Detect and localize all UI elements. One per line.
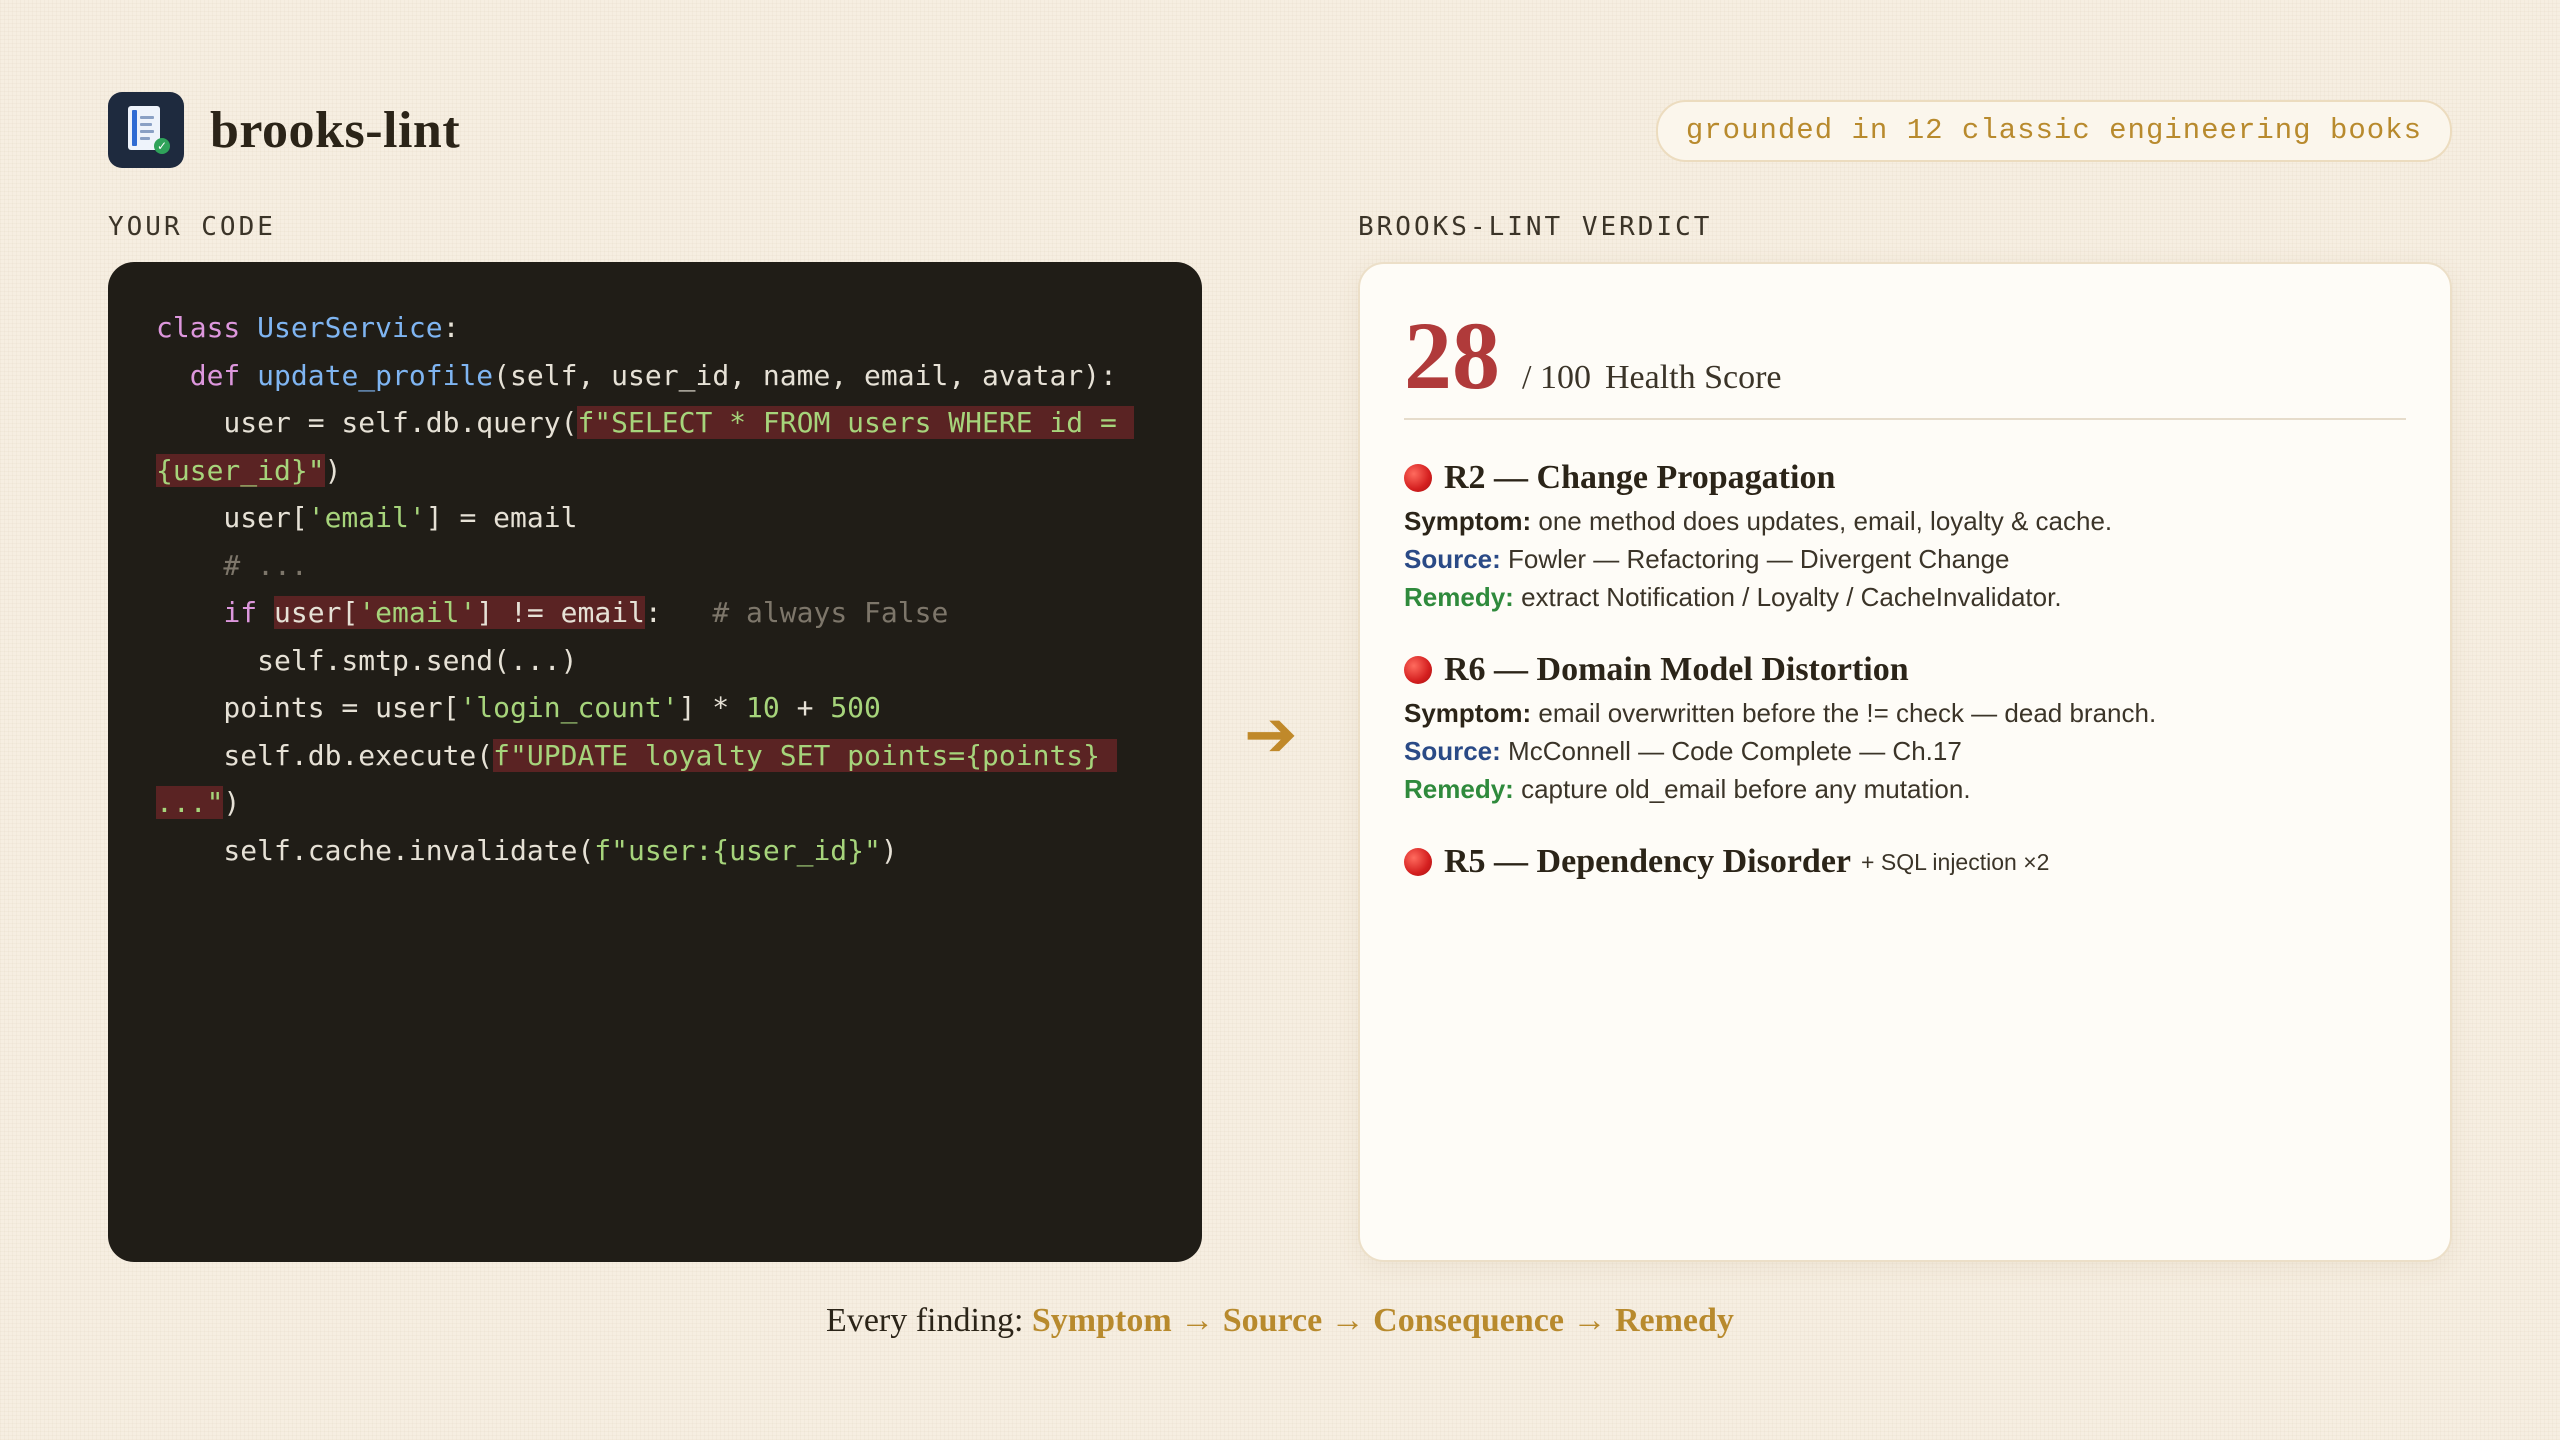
app-title: brooks-lint xyxy=(210,101,461,159)
books-badge: grounded in 12 classic engineering books xyxy=(1655,100,2452,162)
code-line[interactable]: user = self.db.query(f"SELECT * FROM use… xyxy=(156,399,1154,447)
code-token: # ... xyxy=(156,548,308,582)
symptom-label: Symptom: xyxy=(1404,506,1532,536)
source-text: McConnell — Code Complete — Ch.17 xyxy=(1508,736,1962,766)
footer-step-remedy: Remedy xyxy=(1614,1302,1734,1339)
symptom-text: email overwritten before the != check — … xyxy=(1538,698,2157,728)
footer-separator: → xyxy=(1572,1302,1607,1339)
red-circle-icon xyxy=(1404,464,1432,492)
code-token: ] != email xyxy=(476,596,645,629)
score-value: 28 xyxy=(1404,302,1500,409)
code-line[interactable]: class UserService: xyxy=(156,304,1154,352)
app-header: ✓ brooks-lint xyxy=(108,92,460,168)
red-circle-icon xyxy=(1404,656,1432,684)
source-label: Source: xyxy=(1404,736,1501,766)
code-token: : xyxy=(442,311,460,344)
source-label: Source: xyxy=(1404,544,1501,574)
finding-extra: + SQL injection ×2 xyxy=(1861,848,2050,875)
code-token: self.cache.invalidate( xyxy=(156,833,595,867)
finding-r2: R2 — Change Propagation Symptom: one met… xyxy=(1404,454,2406,616)
code-token: 10 xyxy=(746,691,780,724)
footer-step-consequence: Consequence xyxy=(1373,1302,1564,1339)
code-line[interactable]: ...") xyxy=(156,779,1154,827)
code-line[interactable]: def update_profile(self, user_id, name, … xyxy=(156,352,1154,400)
code-line[interactable]: self.cache.invalidate(f"user:{user_id}") xyxy=(156,827,1154,875)
remedy-label: Remedy: xyxy=(1404,582,1514,612)
code-token: f"UPDATE loyalty SET points={points} xyxy=(493,738,1117,772)
code-token: self.db.execute( xyxy=(156,738,494,772)
code-line[interactable]: points = user['login_count'] * 10 + 500 xyxy=(156,684,1154,732)
finding-r5: R5 — Dependency Disorder + SQL injection… xyxy=(1404,838,2406,886)
code-line[interactable]: self.db.execute(f"UPDATE loyalty SET poi… xyxy=(156,732,1154,780)
code-token: ] = email xyxy=(425,501,578,534)
code-token: ) xyxy=(880,833,898,867)
footer-separator: → xyxy=(1180,1302,1215,1339)
code-token: 500 xyxy=(830,691,881,724)
code-token: user = self.db.query( xyxy=(156,406,578,439)
code-token: : xyxy=(644,596,713,629)
code-token: ..." xyxy=(156,786,224,819)
code-token: f"SELECT * FROM users WHERE id = xyxy=(577,406,1134,439)
finding-title: R5 — Dependency Disorder xyxy=(1444,843,1852,880)
remedy-label: Remedy: xyxy=(1404,774,1514,804)
source-text: Fowler — Refactoring — Divergent Change xyxy=(1508,544,2010,574)
code-token: if xyxy=(223,596,275,629)
finding-title: R6 — Domain Model Distortion xyxy=(1444,651,1909,688)
code-token: {user_id}" xyxy=(156,453,325,487)
symptom-text: one method does updates, email, loyalty … xyxy=(1538,506,2113,536)
score-out-of: / 100 xyxy=(1522,359,1591,396)
footer-step-symptom: Symptom xyxy=(1031,1302,1172,1339)
code-token: (self, user_id, name, email, avatar): xyxy=(493,358,1117,392)
code-token: ) xyxy=(324,453,342,487)
red-circle-icon xyxy=(1404,848,1432,876)
finding-r6: R6 — Domain Model Distortion Symptom: em… xyxy=(1404,646,2406,808)
footer-lead: Every finding: xyxy=(826,1302,1024,1339)
book-check-icon: ✓ xyxy=(108,92,184,168)
code-token: self.smtp.send(...) xyxy=(156,643,578,677)
health-score: 28 / 100 Health Score xyxy=(1404,308,2406,420)
code-token: ) xyxy=(223,786,241,819)
code-line[interactable]: self.smtp.send(...) xyxy=(156,637,1154,685)
code-token: # always False xyxy=(712,596,949,629)
footer-separator: → xyxy=(1330,1302,1365,1339)
code-token: class xyxy=(156,311,258,344)
code-token: user[ xyxy=(156,501,308,534)
footer-step-source: Source xyxy=(1222,1302,1323,1339)
remedy-text: extract Notification / Loyalty / CacheIn… xyxy=(1521,582,2062,612)
code-editor[interactable]: class UserService: def update_profile(se… xyxy=(108,262,1202,1262)
code-token: 'email' xyxy=(307,501,426,534)
code-token: ] * xyxy=(678,691,747,724)
code-token: 'login_count' xyxy=(459,691,679,724)
code-token: 'email' xyxy=(358,596,477,629)
code-line[interactable]: user['email'] = email xyxy=(156,494,1154,542)
code-token: UserService xyxy=(257,311,443,344)
footer-tagline: Every finding: Symptom → Source → Conseq… xyxy=(0,1302,2560,1340)
code-line[interactable]: {user_id}") xyxy=(156,447,1154,495)
verdict-card: 28 / 100 Health Score R2 — Change Propag… xyxy=(1358,262,2452,1262)
verdict-section-label: BROOKS-LINT VERDICT xyxy=(1358,212,1713,242)
code-line[interactable]: if user['email'] != email: # always Fals… xyxy=(156,589,1154,637)
code-token: update_profile xyxy=(257,358,494,392)
symptom-label: Symptom: xyxy=(1404,698,1532,728)
score-label: Health Score xyxy=(1604,359,1782,396)
code-token: user[ xyxy=(274,596,359,629)
remedy-text: capture old_email before any mutation. xyxy=(1521,774,1971,804)
code-token: + xyxy=(779,691,831,724)
code-token: f"user:{user_id}" xyxy=(594,833,881,867)
finding-title: R2 — Change Propagation xyxy=(1444,459,1836,496)
code-section-label: YOUR CODE xyxy=(108,212,276,242)
code-token: def xyxy=(189,358,258,392)
code-token: points = user[ xyxy=(156,691,460,724)
code-line[interactable]: # ... xyxy=(156,542,1154,590)
arrow-right-icon: ➔ xyxy=(1244,698,1298,772)
